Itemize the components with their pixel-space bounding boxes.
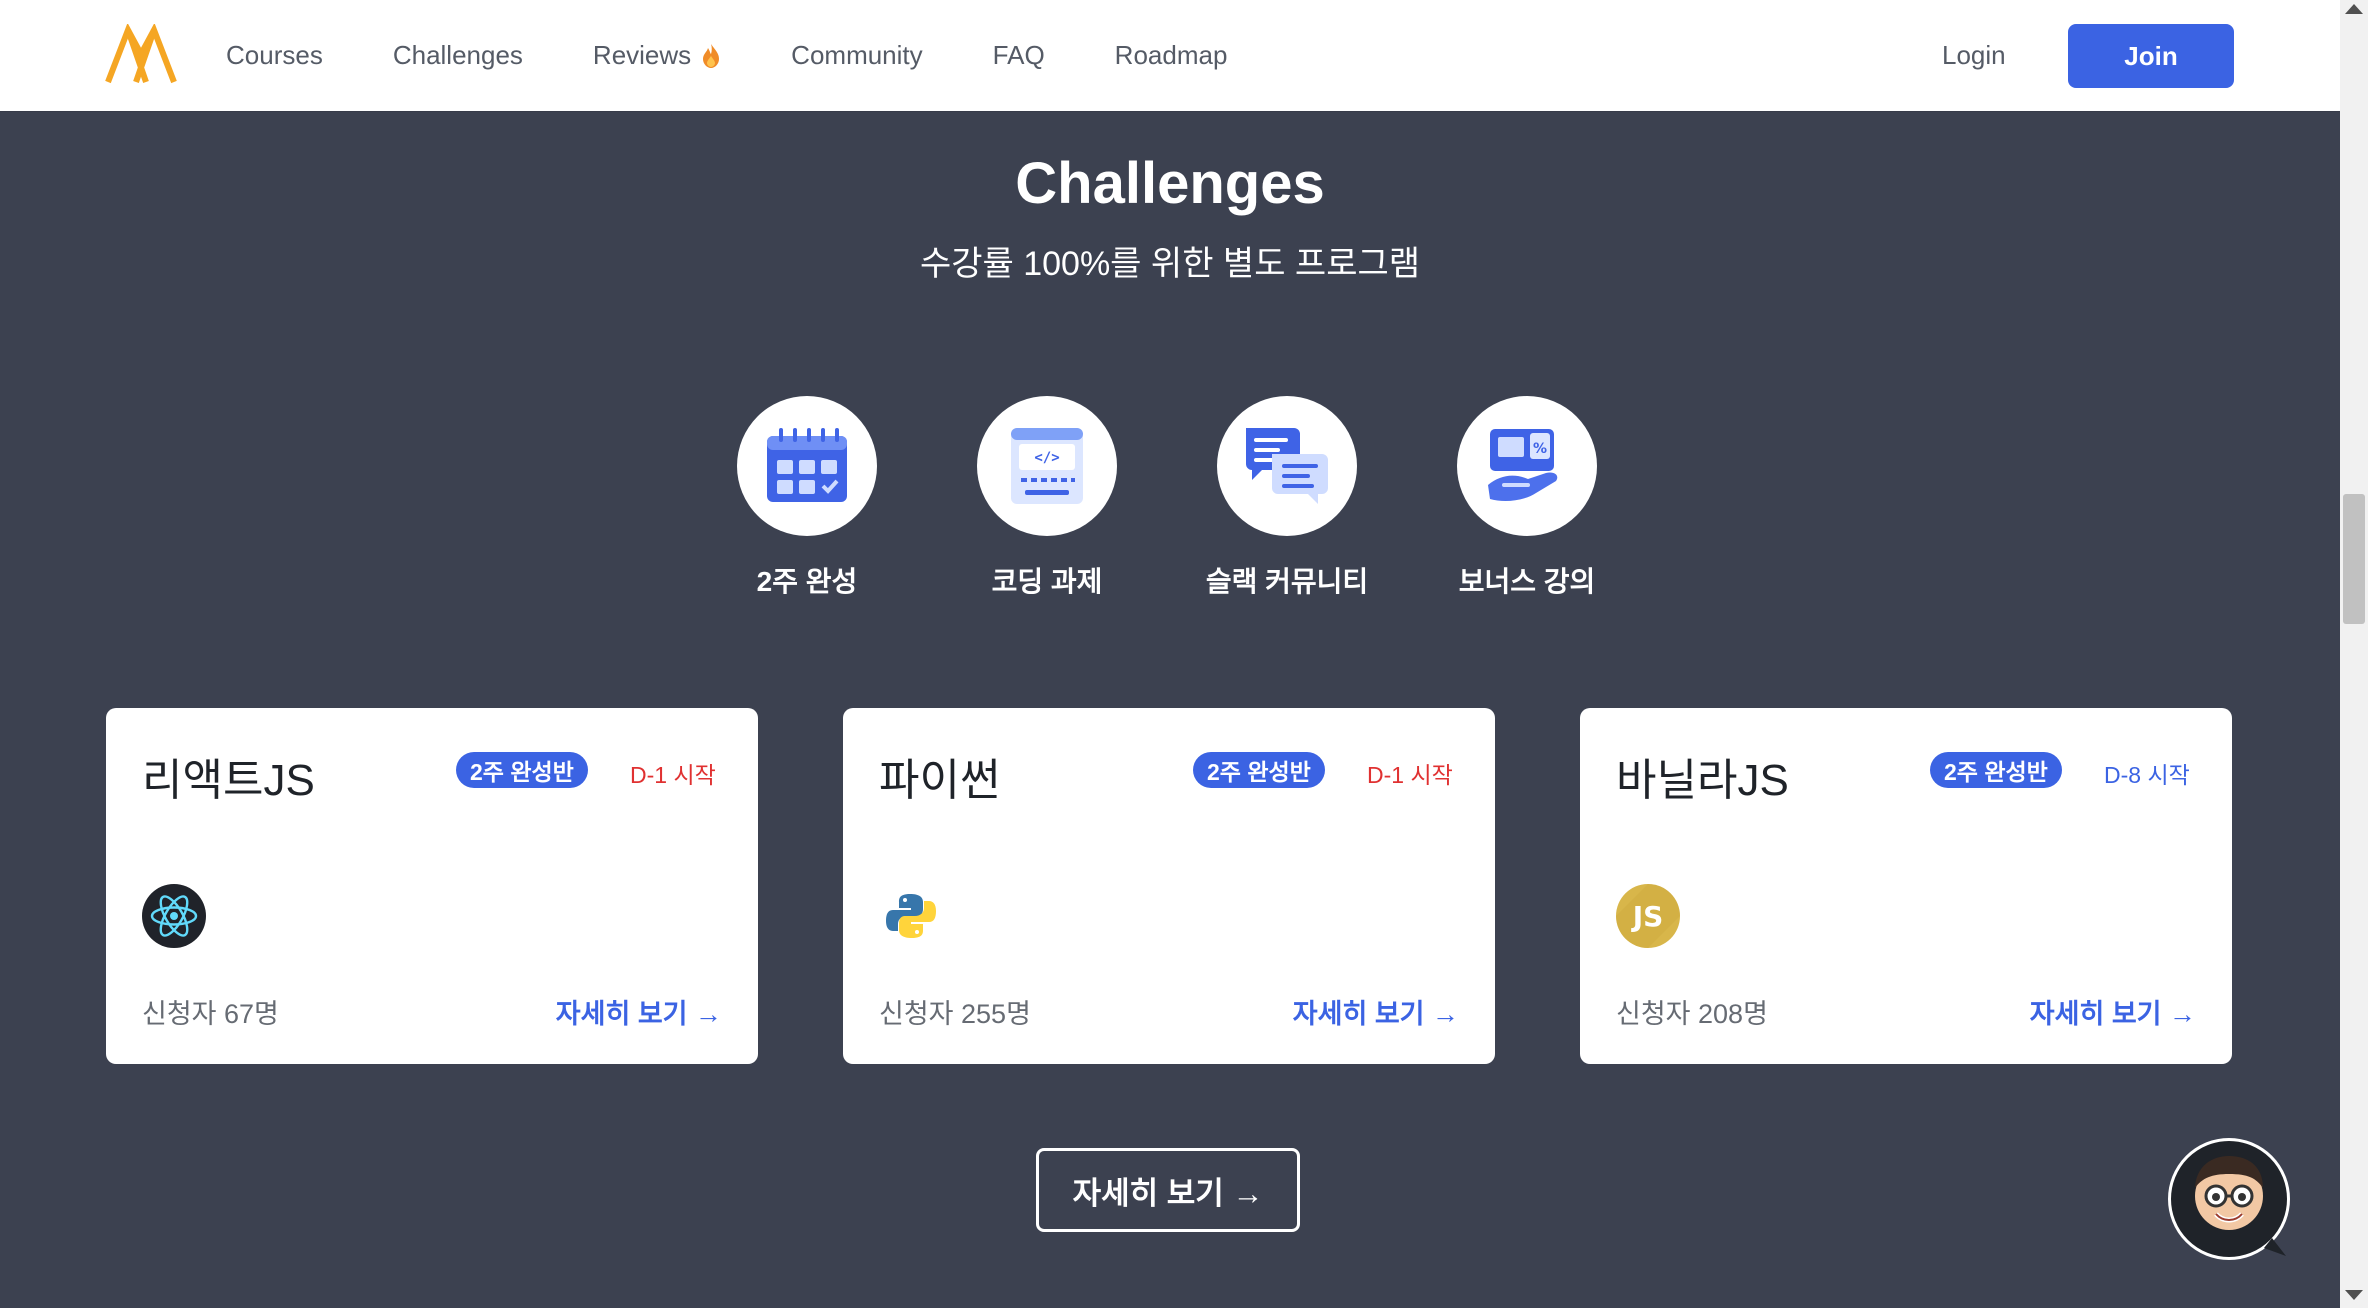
feature-label: 코딩 과제	[991, 566, 1103, 597]
card-detail-link[interactable]: 자세히 보기 →	[1293, 992, 1459, 1031]
bonus-lecture-icon: %	[1488, 429, 1558, 501]
login-link[interactable]: Login	[1942, 40, 2006, 71]
challenge-card-react[interactable]: 리액트JS 2주 완성반 D-1 시작 신청자 67명 자세히 보기 →	[106, 708, 758, 1064]
nav-faq[interactable]: FAQ	[993, 40, 1045, 71]
nav-reviews-label: Reviews	[592, 40, 692, 70]
duration-badge: 2주 완성반	[1193, 752, 1325, 788]
feature-label: 슬랙 커뮤니티	[1205, 566, 1369, 597]
feature-coding-task: </> 코딩 과제	[957, 396, 1137, 600]
nomad-logo[interactable]	[104, 24, 178, 86]
section-subtitle: 수강률 100%를 위한 별도 프로그램	[919, 245, 1421, 283]
feature-circle: </>	[977, 396, 1117, 536]
feature-circle: %	[1457, 396, 1597, 536]
dday-label: D-8 시작	[2104, 762, 2190, 788]
dday-label: D-1 시작	[630, 762, 716, 788]
chat-avatar-button[interactable]	[2168, 1138, 2290, 1260]
nav-challenges-label: Challenges	[392, 40, 523, 70]
card-title: 리액트JS	[142, 756, 315, 805]
nav-community-label: Community	[791, 40, 923, 70]
svg-text:JS: JS	[1631, 900, 1664, 933]
view-all-challenges-button[interactable]: 자세히 보기 →	[1036, 1148, 1300, 1232]
duration-badge: 2주 완성반	[456, 752, 588, 788]
chat-bubbles-icon	[1246, 428, 1328, 504]
join-button[interactable]: Join	[2068, 24, 2234, 88]
page-scrollbar[interactable]	[2340, 0, 2368, 1308]
duration-badge: 2주 완성반	[1930, 752, 2062, 788]
dday-label: D-1 시작	[1367, 762, 1453, 788]
feature-label: 2주 완성	[756, 566, 858, 597]
scroll-down-arrow-icon[interactable]	[2345, 1290, 2363, 1300]
challenge-card-vanilla-js[interactable]: 바닐라JS 2주 완성반 D-8 시작 JS 신청자 208명 자세히 보기 →	[1580, 708, 2232, 1064]
applicant-count: 신청자 208명	[1616, 999, 1768, 1029]
card-detail-link[interactable]: 자세히 보기 →	[556, 992, 722, 1031]
feature-bonus-lecture: % 보너스 강의	[1437, 396, 1617, 600]
svg-text:%: %	[1533, 441, 1547, 457]
code-editor-icon: </>	[1011, 428, 1083, 504]
feature-circle	[1217, 396, 1357, 536]
nav-community[interactable]: Community	[791, 40, 922, 71]
javascript-icon: JS	[1616, 884, 1680, 948]
scroll-up-arrow-icon[interactable]	[2345, 4, 2363, 14]
feature-slack-community: 슬랙 커뮤니티	[1197, 396, 1377, 600]
svg-text:</>: </>	[1034, 450, 1059, 466]
applicant-count: 신청자 67명	[142, 999, 279, 1029]
feature-two-weeks: 2주 완성	[717, 396, 897, 600]
nav-roadmap[interactable]: Roadmap	[1115, 40, 1228, 71]
nav-faq-label: FAQ	[992, 40, 1045, 70]
nav-reviews[interactable]: Reviews	[593, 40, 721, 71]
nav-courses-label: Courses	[226, 40, 323, 70]
card-detail-link[interactable]: 자세히 보기 →	[2030, 992, 2196, 1031]
flame-icon	[703, 43, 720, 68]
python-icon	[886, 894, 936, 938]
nav-courses[interactable]: Courses	[226, 40, 323, 71]
calendar-icon	[767, 428, 847, 502]
avatar	[2195, 1156, 2286, 1256]
scrollbar-thumb[interactable]	[2343, 494, 2365, 624]
applicant-count: 신청자 255명	[879, 999, 1031, 1029]
section-title: Challenges	[1015, 151, 1325, 216]
nav-roadmap-label: Roadmap	[1114, 40, 1228, 70]
nav-challenges[interactable]: Challenges	[393, 40, 523, 71]
main-nav: Courses Challenges Reviews Community FAQ…	[226, 0, 1297, 111]
feature-label: 보너스 강의	[1458, 566, 1596, 597]
card-title: 파이썬	[879, 756, 1001, 805]
react-icon	[142, 884, 206, 948]
feature-circle	[737, 396, 877, 536]
top-navigation-bar: Courses Challenges Reviews Community FAQ…	[0, 0, 2340, 111]
card-title: 바닐라JS	[1616, 756, 1789, 805]
challenge-card-python[interactable]: 파이썬 2주 완성반 D-1 시작 신청자 255명 자세히 보기 →	[843, 708, 1495, 1064]
